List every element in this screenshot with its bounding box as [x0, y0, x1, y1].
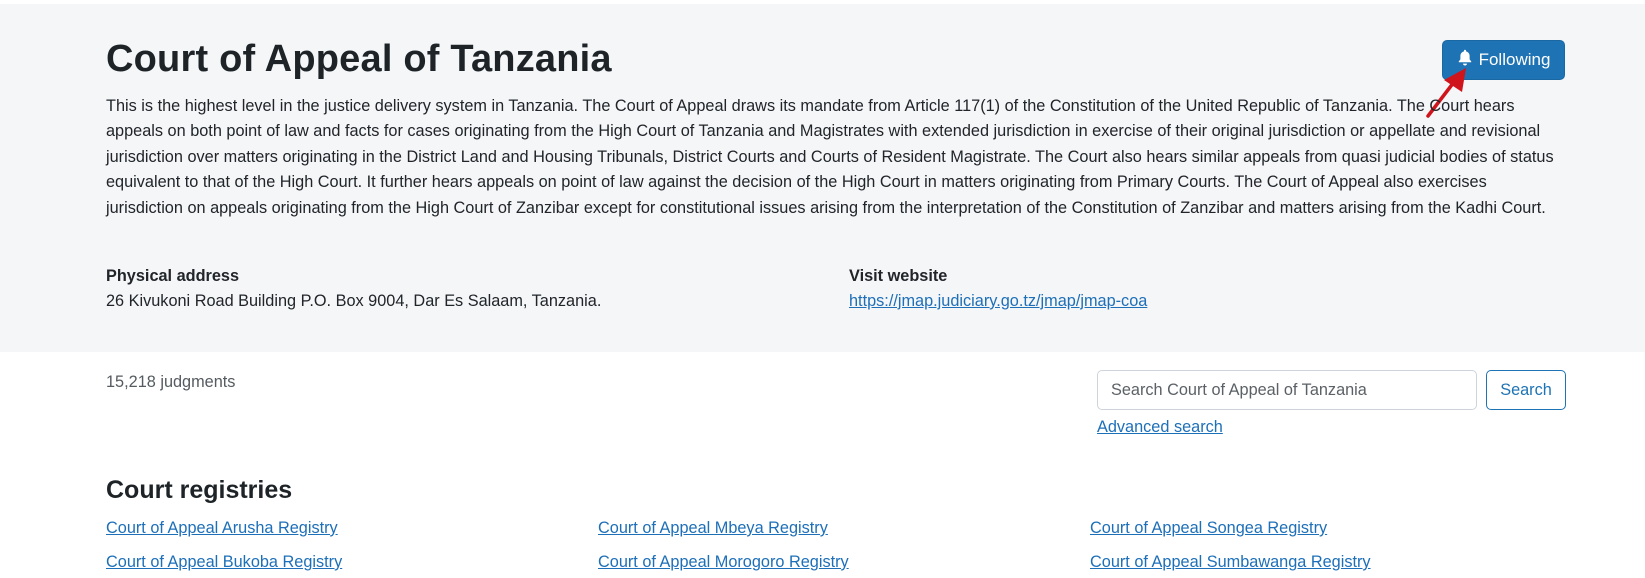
bell-icon: [1457, 49, 1473, 71]
court-registries-heading: Court registries: [106, 476, 293, 504]
page-title: Court of Appeal of Tanzania: [106, 38, 612, 80]
judgment-count: 15,218 judgments: [106, 373, 236, 391]
advanced-search-link[interactable]: Advanced search: [1097, 418, 1223, 437]
following-button[interactable]: Following: [1442, 40, 1565, 80]
registry-link-arusha[interactable]: Court of Appeal Arusha Registry: [106, 519, 338, 538]
registry-link-morogoro[interactable]: Court of Appeal Morogoro Registry: [598, 553, 849, 572]
following-button-label: Following: [1478, 50, 1551, 69]
registry-link-sumbawanga[interactable]: Court of Appeal Sumbawanga Registry: [1090, 553, 1371, 572]
search-button[interactable]: Search: [1486, 370, 1566, 410]
registry-link-songea[interactable]: Court of Appeal Songea Registry: [1090, 519, 1327, 538]
physical-address-value: 26 Kivukoni Road Building P.O. Box 9004,…: [106, 292, 602, 310]
court-description: This is the highest level in the justice…: [106, 97, 1554, 217]
registry-link-bukoba[interactable]: Court of Appeal Bukoba Registry: [106, 553, 342, 572]
registry-link-mbeya[interactable]: Court of Appeal Mbeya Registry: [598, 519, 828, 538]
website-link[interactable]: https://jmap.judiciary.go.tz/jmap/jmap-c…: [849, 292, 1147, 311]
search-input[interactable]: [1097, 370, 1477, 410]
visit-website-label: Visit website: [849, 267, 948, 285]
physical-address-label: Physical address: [106, 267, 240, 285]
